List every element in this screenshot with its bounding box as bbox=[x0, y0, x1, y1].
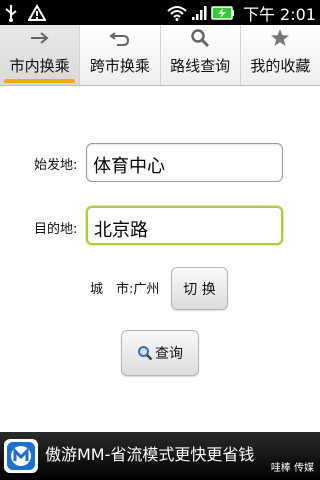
ad-banner[interactable]: 傲游MM-省流模式更快更省钱 哇棒 传媒 bbox=[0, 432, 320, 480]
ad-text: 傲游MM-省流模式更快更省钱 bbox=[45, 445, 255, 464]
return-arrow-icon bbox=[109, 29, 131, 47]
city-row: 城 市: 广州 bbox=[90, 278, 159, 297]
tab-bar: 市内换乘 跨市换乘 路线查询 我的收藏 bbox=[0, 25, 320, 86]
battery-charging-icon bbox=[211, 5, 235, 20]
tab-route-query[interactable]: 路线查询 bbox=[161, 25, 241, 85]
destination-label: 目的地: bbox=[34, 222, 78, 237]
search-button-label: 查询 bbox=[155, 346, 183, 362]
warning-icon bbox=[28, 3, 46, 22]
search-button[interactable]: 查询 bbox=[121, 330, 199, 376]
signal-icon bbox=[191, 5, 207, 21]
tab-city-transfer[interactable]: 市内换乘 bbox=[0, 25, 81, 85]
tab-label: 市内换乘 bbox=[9, 57, 70, 75]
tab-label: 跨市换乘 bbox=[89, 57, 150, 75]
tab-favorites[interactable]: 我的收藏 bbox=[241, 25, 320, 85]
status-right: 下午 2:01 bbox=[167, 1, 316, 24]
active-tab-indicator bbox=[4, 79, 76, 83]
ad-brand: 哇棒 传媒 bbox=[270, 463, 314, 474]
destination-input[interactable]: 北京路 bbox=[86, 206, 283, 245]
origin-input[interactable]: 体育中心 bbox=[86, 143, 283, 182]
search-icon bbox=[190, 29, 210, 48]
tab-label: 路线查询 bbox=[170, 57, 231, 75]
tab-label: 我的收藏 bbox=[250, 57, 311, 75]
clock-time: 下午 2:01 bbox=[242, 4, 316, 24]
status-bar: 下午 2:01 bbox=[0, 0, 320, 25]
origin-label: 始发地: bbox=[34, 158, 78, 173]
tab-intercity-transfer[interactable]: 跨市换乘 bbox=[80, 25, 161, 85]
magnifier-icon bbox=[137, 345, 153, 361]
maxthon-logo-icon bbox=[4, 439, 38, 473]
switch-city-button[interactable]: 切 换 bbox=[171, 267, 228, 310]
wifi-icon bbox=[167, 5, 187, 21]
status-left bbox=[4, 2, 46, 23]
star-icon bbox=[270, 29, 290, 47]
city-value: 广州 bbox=[133, 282, 160, 297]
switch-city-label: 切 换 bbox=[183, 281, 216, 298]
usb-icon bbox=[4, 4, 18, 22]
city-label: 城 市: bbox=[90, 282, 134, 297]
arrow-right-icon bbox=[29, 29, 51, 47]
